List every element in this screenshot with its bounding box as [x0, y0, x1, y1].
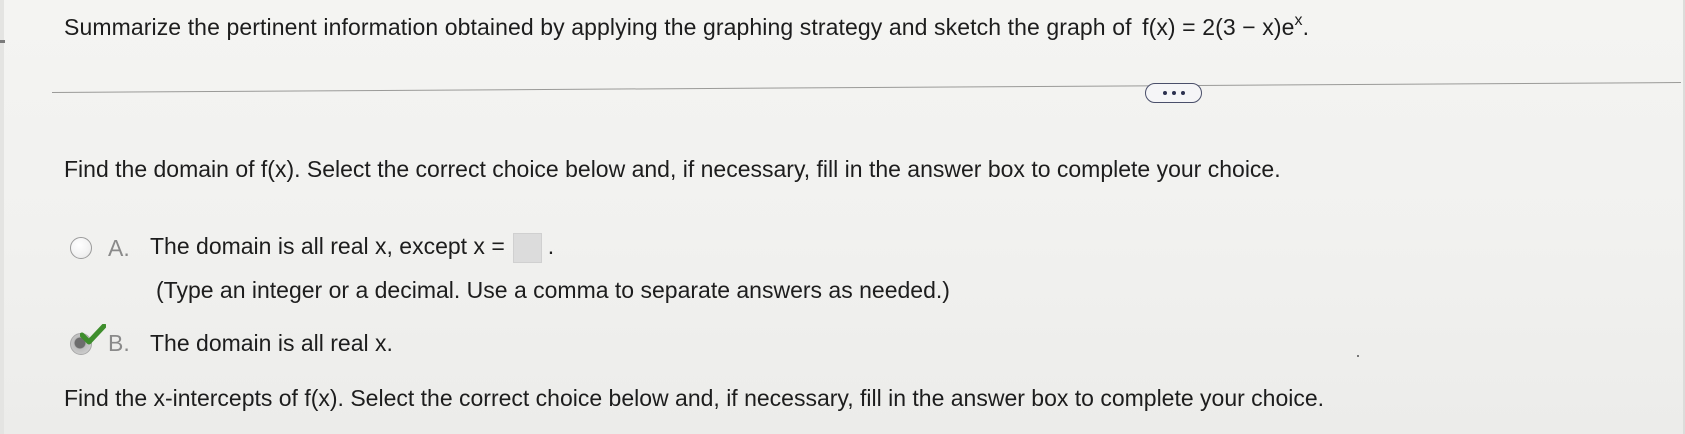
ellipsis-icon — [1171, 91, 1176, 95]
radio-button-a[interactable] — [70, 237, 92, 259]
answer-input-box[interactable] — [512, 233, 542, 263]
choice-b-letter: B. — [108, 330, 130, 356]
choice-a-hint: (Type an integer or a decimal. Use a com… — [156, 277, 950, 303]
choice-b[interactable]: B. The domain is all real x. — [70, 323, 393, 357]
question-text: Summarize the pertinent information obta… — [64, 12, 1310, 41]
left-edge-marker — [0, 40, 5, 43]
stray-mark — [1357, 355, 1359, 357]
x-intercepts-prompt: Find the x-intercepts of f(x). Select th… — [64, 385, 1325, 411]
question-page: Summarize the pertinent information obta… — [0, 0, 1685, 434]
ellipsis-icon — [1180, 91, 1185, 95]
choice-a-suffix: . — [547, 233, 555, 260]
choice-a-text: The domain is all real x, except x =. — [150, 233, 554, 263]
question-period: . — [1302, 14, 1310, 40]
green-check-icon — [80, 323, 106, 344]
choice-b-text: The domain is all real x. — [150, 330, 393, 356]
question-body: Summarize the pertinent information obta… — [64, 14, 1132, 40]
left-scroll-edge — [0, 0, 4, 434]
choice-a-label: The domain is all real x, except x = — [150, 233, 505, 260]
section-divider — [51, 82, 1681, 93]
domain-prompt: Find the domain of f(x). Select the corr… — [64, 156, 1281, 182]
choice-a[interactable]: A. The domain is all real x, except x =. — [70, 233, 554, 263]
ellipsis-icon — [1162, 91, 1167, 95]
more-options-button[interactable] — [1145, 83, 1202, 103]
radio-button-b[interactable] — [70, 323, 106, 355]
function-expression: f(x) = 2(3 − x)e — [1142, 14, 1295, 40]
function-exponent: x — [1294, 12, 1303, 29]
choice-a-letter: A. — [108, 234, 130, 261]
